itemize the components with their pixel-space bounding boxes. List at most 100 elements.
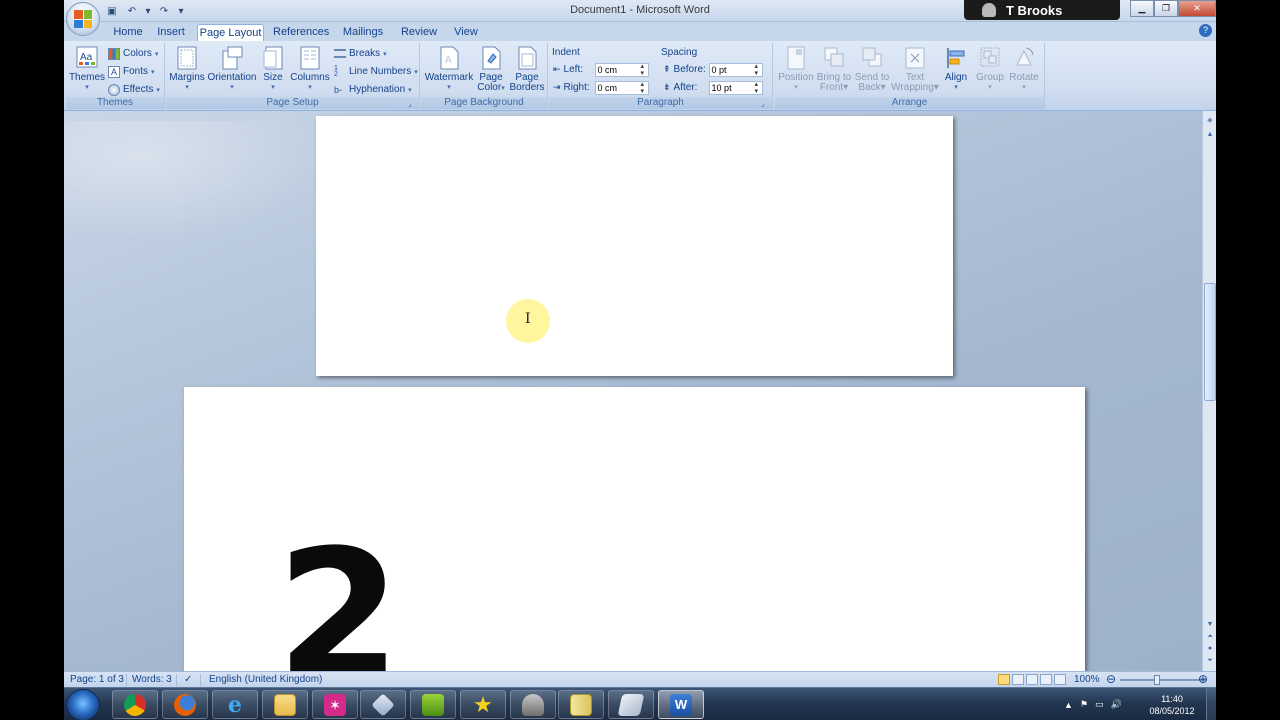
title-bar: ▣ ↶ ▾ ↷ ▾ Document1 - Microsoft Word T B…	[0, 0, 1280, 22]
start-button[interactable]	[66, 689, 100, 720]
full-screen-reading-icon[interactable]	[1012, 674, 1024, 685]
clock[interactable]: 11:40 08/05/2012	[1142, 693, 1202, 717]
taskbar-app-pad[interactable]	[608, 690, 654, 719]
language-indicator[interactable]: English (United Kingdom)	[209, 674, 322, 685]
scroll-thumb[interactable]	[1204, 283, 1216, 401]
indent-left-input[interactable]: 0 cm	[594, 62, 649, 77]
taskbar-app-pink[interactable]: ✶	[312, 690, 358, 719]
dialog-launcher-icon[interactable]: ⌟	[408, 99, 417, 108]
text-wrapping-button[interactable]: Text Wrapping▾	[891, 45, 939, 93]
help-icon[interactable]: ?	[1199, 24, 1212, 37]
zoom-out-icon[interactable]: ⊖	[1106, 672, 1116, 686]
group-button[interactable]: Group ▾	[973, 45, 1007, 93]
indent-right-input[interactable]: 0 cm	[594, 80, 649, 95]
restore-button[interactable]: ❐	[1154, 0, 1178, 17]
tab-insert[interactable]: Insert	[153, 24, 189, 41]
scroll-down-icon[interactable]: ▼	[1204, 619, 1216, 631]
office-button[interactable]	[66, 2, 100, 36]
page-1[interactable]	[316, 116, 953, 376]
document-canvas[interactable]: 2 I	[64, 111, 1202, 671]
previous-page-icon[interactable]: ⏶	[1204, 631, 1216, 643]
tab-mailings[interactable]: Mailings	[340, 24, 386, 41]
page-number-text: 2	[276, 512, 402, 672]
outline-view-icon[interactable]	[1040, 674, 1052, 685]
zoom-in-icon[interactable]: ⊕	[1198, 672, 1208, 686]
align-icon	[947, 48, 965, 68]
spacing-before-label: Before:	[673, 64, 706, 75]
taskbar-app-star[interactable]: ★	[460, 690, 506, 719]
page-count[interactable]: Page: 1 of 3	[70, 674, 124, 685]
zoom-slider-thumb[interactable]	[1154, 675, 1160, 685]
indent-left-label: Left:	[563, 64, 584, 75]
network-icon[interactable]: ▭	[1095, 699, 1104, 710]
web-layout-icon[interactable]	[1026, 674, 1038, 685]
watermark-label: Watermark	[424, 72, 474, 83]
rotate-button[interactable]: Rotate ▾	[1007, 45, 1041, 93]
columns-button[interactable]: Columns ▾	[290, 45, 330, 93]
taskbar-chrome[interactable]	[112, 690, 158, 719]
margins-label: Margins	[169, 72, 205, 83]
volume-icon[interactable]: 🔊	[1111, 699, 1122, 710]
line-numbers-icon: 12	[334, 64, 338, 78]
page-borders-button[interactable]: Page Borders	[509, 45, 545, 93]
indent-left-icon: ⇤	[553, 64, 561, 74]
user-badge: T Brooks	[964, 0, 1120, 20]
taskbar-firefox[interactable]	[162, 690, 208, 719]
orientation-button[interactable]: Orientation ▾	[206, 45, 258, 93]
group-paragraph: Indent ⇤ Left: 0 cm ⇥ Right: 0 cm Spacin…	[549, 43, 773, 109]
tab-home[interactable]: Home	[108, 24, 148, 41]
page-color-button[interactable]: Page Color▾	[475, 45, 507, 94]
ruler-toggle-icon[interactable]: ◈	[1204, 115, 1216, 127]
send-to-back-button[interactable]: Send to Back▾	[853, 45, 891, 93]
zoom-slider[interactable]	[1120, 679, 1206, 681]
draft-view-icon[interactable]	[1054, 674, 1066, 685]
breaks-icon	[334, 49, 346, 58]
zoom-level[interactable]: 100%	[1074, 674, 1100, 685]
fonts-button[interactable]: A Fonts ▾	[108, 64, 155, 79]
bring-to-front-button[interactable]: Bring to Front▾	[815, 45, 853, 93]
taskbar-word[interactable]: W	[658, 690, 704, 719]
tab-references[interactable]: References	[273, 24, 329, 41]
next-page-icon[interactable]: ⏷	[1204, 655, 1216, 667]
position-button[interactable]: Position ▾	[777, 45, 815, 93]
colors-button[interactable]: Colors ▾	[108, 46, 158, 61]
hyphenation-button[interactable]: b- Hyphenation ▾	[334, 82, 412, 97]
scroll-up-icon[interactable]: ▲	[1204, 129, 1216, 141]
vertical-scrollbar[interactable]: ◈ ▲ ▼ ⏶ ● ⏷	[1202, 111, 1216, 671]
tab-view[interactable]: View	[450, 24, 482, 41]
group-themes: Aa Themes ▾ Colors ▾ A Fonts ▾ Effects ▾ Th…	[66, 43, 165, 109]
show-desktop-button[interactable]	[1206, 688, 1216, 720]
minimize-button[interactable]: ▁	[1130, 0, 1154, 17]
clock-date: 08/05/2012	[1149, 706, 1195, 716]
group-label-themes: Themes	[66, 97, 164, 109]
margins-button[interactable]: Margins ▾	[168, 45, 206, 93]
show-hidden-icons-icon[interactable]: ▲	[1064, 700, 1073, 710]
tab-page-layout[interactable]: Page Layout	[197, 24, 264, 41]
tab-review[interactable]: Review	[398, 24, 440, 41]
proofing-icon[interactable]: ✓	[184, 674, 192, 685]
select-browse-object-icon[interactable]: ●	[1204, 643, 1216, 655]
page-color-label-2: Color	[477, 82, 502, 93]
action-center-icon[interactable]: ⚑	[1080, 699, 1088, 710]
taskbar-app-cube[interactable]	[360, 690, 406, 719]
effects-button[interactable]: Effects ▾	[108, 82, 160, 97]
taskbar-explorer[interactable]	[262, 690, 308, 719]
dialog-launcher-icon[interactable]: ⌟	[761, 99, 770, 108]
line-numbers-button[interactable]: 12 Line Numbers ▾	[334, 64, 418, 79]
taskbar-app-notes[interactable]	[558, 690, 604, 719]
indent-right-spinner: ⇥ Right: 0 cm	[553, 80, 649, 95]
spacing-before-input[interactable]: 0 pt	[708, 62, 763, 77]
taskbar-app-green[interactable]	[410, 690, 456, 719]
print-layout-view-icon[interactable]	[998, 674, 1010, 685]
align-button[interactable]: Align ▾	[941, 45, 971, 93]
themes-button[interactable]: Aa Themes ▾	[69, 45, 105, 93]
word-count[interactable]: Words: 3	[132, 674, 172, 685]
taskbar-internet-explorer[interactable]: e	[212, 690, 258, 719]
page-2[interactable]: 2	[184, 387, 1085, 671]
taskbar-app-user[interactable]	[510, 690, 556, 719]
watermark-button[interactable]: A Watermark ▾	[425, 45, 473, 93]
size-button[interactable]: Size ▾	[260, 45, 286, 93]
close-button[interactable]: ✕	[1178, 0, 1216, 17]
breaks-button[interactable]: Breaks ▾	[334, 46, 387, 61]
spacing-after-input[interactable]: 10 pt	[708, 80, 763, 95]
